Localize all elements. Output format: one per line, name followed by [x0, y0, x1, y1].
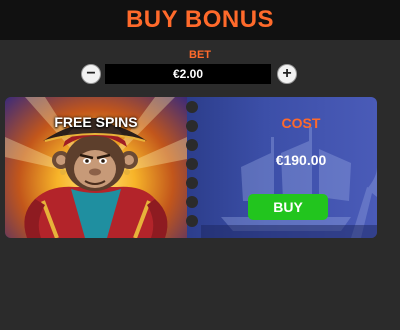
perforation-dot: [186, 177, 198, 189]
decrease-bet-button[interactable]: −: [81, 64, 101, 84]
increase-bet-button[interactable]: +: [277, 64, 297, 84]
bonus-name: FREE SPINS: [54, 114, 138, 130]
cost-value: €190.00: [275, 152, 327, 168]
perforation-dot: [186, 158, 198, 170]
cost-label: COST: [281, 115, 321, 131]
perforation-dot: [186, 215, 198, 227]
header-bar: BUY BONUS: [0, 0, 400, 40]
perforation-dot: [186, 120, 198, 132]
cost-panel: COST €190.00 BUY: [201, 97, 377, 238]
page-title: BUY BONUS: [125, 6, 275, 33]
perforation-dot: [186, 196, 198, 208]
bet-selector: − €2.00 +: [81, 63, 297, 85]
minus-icon: −: [86, 65, 96, 82]
bonus-artwork-panel: FREE SPINS: [5, 97, 187, 238]
perforation-dot: [186, 101, 198, 113]
plus-icon: +: [282, 65, 292, 82]
perforation-dot: [186, 139, 198, 151]
bonus-card: FREE SPINS COST €190.00 BUY: [5, 97, 377, 238]
buy-button[interactable]: BUY: [248, 194, 328, 220]
perforation-divider: [185, 97, 199, 238]
bet-value-display: €2.00: [105, 64, 271, 84]
bet-label: BET: [189, 49, 211, 61]
